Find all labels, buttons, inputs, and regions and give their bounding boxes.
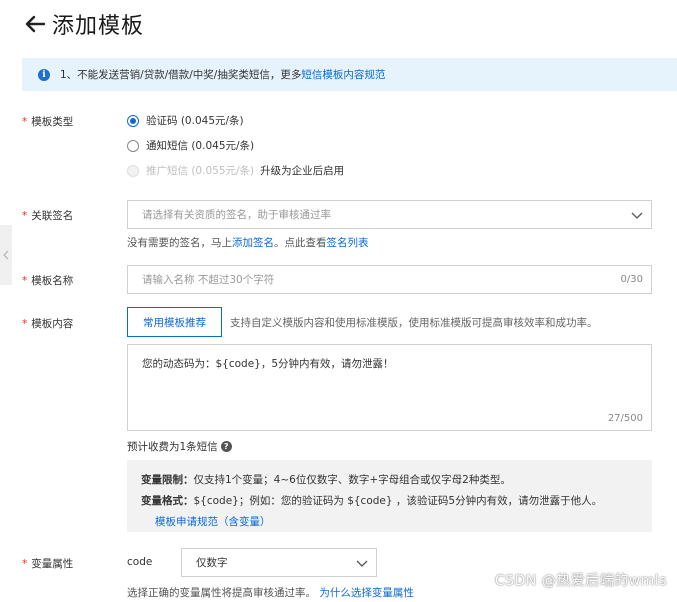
template-desc: 支持自定义模版内容和使用标准模版，使用标准模版可提高审核效率和成功率。: [230, 317, 598, 329]
add-sign-link[interactable]: 添加签名: [232, 237, 274, 249]
variable-attr-hint: 选择正确的变量属性将提高审核通过率。 为什么选择变量属性: [127, 587, 414, 599]
notice-link[interactable]: 短信模板内容规范: [301, 67, 385, 82]
template-name-input[interactable]: 请输入名称 不超过30个字符 0/30: [127, 265, 652, 294]
common-template-button[interactable]: 常用模板推荐: [127, 307, 222, 337]
notice-banner: i 1、不能发送营销/贷款/借款/中奖/抽奖类短信，更多 短信模板内容规范: [22, 58, 677, 91]
template-content-textarea[interactable]: 您的动态码为：${code}，5分钟内有效，请勿泄露！ 27/500: [127, 344, 652, 431]
template-rules-link[interactable]: 模板申请规范（含变量）: [155, 514, 271, 529]
template-name-label: * 模板名称: [22, 275, 74, 287]
required-mark: *: [22, 318, 28, 330]
sidebar-collapse-handle[interactable]: [0, 225, 12, 285]
variable-name: code: [127, 556, 153, 568]
required-mark: *: [22, 275, 28, 287]
variable-type-select[interactable]: 仅数字: [181, 548, 377, 577]
content-char-counter: 27/500: [607, 413, 643, 424]
radio-button[interactable]: [127, 114, 139, 127]
chevron-left-icon: [3, 250, 9, 260]
sign-label: * 关联签名: [22, 210, 74, 222]
watermark: CSDN @热爱后端的wmls: [494, 573, 667, 589]
required-mark: *: [22, 558, 28, 570]
name-char-counter: 0/30: [620, 274, 643, 285]
info-icon: i: [38, 68, 50, 81]
template-content-label: * 模板内容: [22, 318, 74, 330]
upgrade-note: 升级为企业后启用: [260, 165, 345, 177]
required-mark: *: [22, 210, 28, 222]
required-mark: *: [22, 116, 28, 128]
fee-estimate: 预计收费为1条短信 ?: [127, 439, 232, 454]
sign-select[interactable]: 请选择有关资质的签名，助于审核通过率: [127, 200, 652, 229]
notice-text: 1、不能发送营销/贷款/借款/中奖/抽奖类短信，更多: [60, 69, 302, 81]
radio-promo-sms: 推广短信 (0.055元/条) 升级为企业后启用: [127, 163, 344, 178]
radio-verify-code[interactable]: 验证码 (0.045元/条): [127, 113, 244, 128]
page-header: 添加模板: [24, 6, 144, 42]
radio-notice-sms[interactable]: 通知短信 (0.045元/条): [127, 138, 254, 153]
back-arrow-icon[interactable]: [24, 13, 46, 35]
sign-hint: 没有需要的签名，马上添加签名。点此查看签名列表: [127, 237, 369, 249]
radio-button: [127, 164, 139, 177]
chevron-down-icon: [631, 212, 643, 219]
page-title: 添加模板: [52, 14, 145, 39]
template-type-label: * 模板类型: [22, 116, 74, 128]
variable-info-panel: 变量限制： 仅支持1个变量；4~6位仅数字、数字+字母组合或仅字母2种类型。 变量…: [127, 460, 652, 532]
chevron-down-icon: [356, 560, 368, 567]
question-icon[interactable]: ?: [220, 441, 232, 452]
variable-attr-label: * 变量属性: [22, 558, 74, 570]
sign-list-link[interactable]: 签名列表: [327, 237, 369, 249]
why-variable-attr-link[interactable]: 为什么选择变量属性: [319, 587, 414, 599]
radio-button[interactable]: [127, 139, 139, 152]
